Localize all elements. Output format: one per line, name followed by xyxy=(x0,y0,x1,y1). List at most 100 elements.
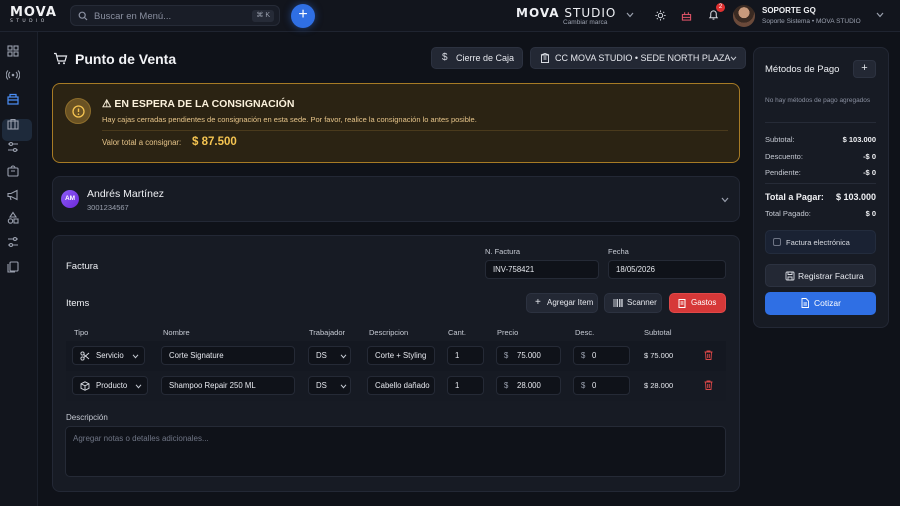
user-role-line: Soporte Sistema • MOVA STUDIO xyxy=(762,18,861,25)
plus-icon: + xyxy=(535,297,541,308)
einvoice-toggle[interactable]: Factura electrónica xyxy=(765,230,876,254)
item-subtotal: $ 28.000 xyxy=(644,381,674,390)
sliders-icon[interactable] xyxy=(6,140,20,154)
einvoice-label: Factura electrónica xyxy=(786,238,850,247)
item-description-field[interactable]: Corte + Styling xyxy=(367,346,435,365)
description-label: Descripción xyxy=(66,413,108,422)
point-of-sale-icon[interactable] xyxy=(6,92,20,106)
invoice-date-label: Fecha xyxy=(608,247,629,256)
einvoice-checkbox[interactable] xyxy=(773,238,781,246)
register-invoice-label: Registrar Factura xyxy=(798,271,864,281)
box-icon xyxy=(80,381,90,391)
item-worker-select[interactable]: DS xyxy=(308,376,351,395)
chevron-down-icon xyxy=(135,384,142,389)
shapes-icon[interactable] xyxy=(6,211,20,225)
expenses-button[interactable]: Gastos xyxy=(669,293,726,313)
briefcase-icon[interactable] xyxy=(6,117,20,131)
currency-symbol: $ xyxy=(504,351,509,360)
item-description-field[interactable]: Cabello dañado xyxy=(367,376,435,395)
item-discount-field[interactable]: $ 0 xyxy=(573,376,630,395)
scanner-button[interactable]: Scanner xyxy=(604,293,662,313)
item-name-field[interactable]: Corte Signature xyxy=(161,346,295,365)
item-worker-value: DS xyxy=(316,381,327,390)
chevron-down-icon xyxy=(132,354,139,359)
invoice-section-label: Factura xyxy=(66,261,99,272)
item-type-value: Servicio xyxy=(96,351,124,360)
description-placeholder: Agregar notas o detalles adicionales... xyxy=(73,434,209,443)
column-header: Subtotal xyxy=(644,328,672,337)
alert-icon-circle xyxy=(65,98,91,124)
brand-name-light: STUDIO xyxy=(559,6,617,20)
discount-row: Descuento: -$ 0 xyxy=(765,152,876,161)
user-org: • MOVA STUDIO xyxy=(811,18,861,25)
item-type-select[interactable]: Servicio xyxy=(72,346,145,365)
chevron-down-icon xyxy=(730,56,737,61)
shopping-cart-icon xyxy=(54,52,68,65)
cake-icon[interactable] xyxy=(681,10,692,21)
invoice-date-field[interactable]: 18/05/2026 xyxy=(608,260,726,279)
item-price-field[interactable]: $ 28.000 xyxy=(496,376,561,395)
chevron-down-icon xyxy=(340,354,347,359)
user-menu[interactable]: SOPORTE GQ Soporte Sistema • MOVA STUDIO xyxy=(762,6,861,25)
add-payment-method-button[interactable]: + xyxy=(853,60,876,78)
currency-symbol: $ xyxy=(581,381,586,390)
discount-value: -$ 0 xyxy=(863,152,876,161)
scissors-icon xyxy=(80,351,90,361)
paid-row: Total Pagado: $ 0 xyxy=(765,209,876,218)
item-qty-field[interactable]: 1 xyxy=(447,346,484,365)
item-discount-value: 0 xyxy=(592,381,597,390)
chevron-down-icon[interactable] xyxy=(721,197,729,203)
item-worker-select[interactable]: DS xyxy=(308,346,351,365)
trash-icon[interactable] xyxy=(704,380,713,390)
receipt-icon xyxy=(678,299,686,308)
sun-icon[interactable] xyxy=(655,10,666,21)
invoice-number-field[interactable]: INV-758421 xyxy=(485,260,599,279)
brand-switcher[interactable]: MOVA STUDIO Cambiar marca xyxy=(516,7,616,27)
quote-button[interactable]: Cotizar xyxy=(765,292,876,315)
description-textarea[interactable]: Agregar notas o detalles adicionales... xyxy=(65,426,726,477)
item-discount-field[interactable]: $ 0 xyxy=(573,346,630,365)
item-name-field[interactable]: Shampoo Repair 250 ML xyxy=(161,376,295,395)
item-worker-value: DS xyxy=(316,351,327,360)
register-invoice-button[interactable]: Registrar Factura xyxy=(765,264,876,287)
search-icon xyxy=(78,11,88,21)
payment-empty-text: No hay métodos de pago agregados xyxy=(765,97,871,104)
column-header: Nombre xyxy=(163,328,190,337)
dashboard-icon[interactable] xyxy=(6,44,20,58)
cash-close-label: Cierre de Caja xyxy=(456,53,515,63)
chevron-down-icon[interactable] xyxy=(626,12,634,18)
item-price-value: 28.000 xyxy=(517,381,541,390)
client-card[interactable]: AM Andrés Martínez 3001234567 xyxy=(52,176,740,222)
document-icon xyxy=(801,298,809,308)
settings-sliders-icon[interactable] xyxy=(6,235,20,249)
item-type-select[interactable]: Producto xyxy=(72,376,148,395)
item-price-field[interactable]: $ 75.000 xyxy=(496,346,561,365)
user-avatar[interactable] xyxy=(733,5,755,27)
package-icon[interactable] xyxy=(6,164,20,178)
branch-selector[interactable]: CC MOVA STUDIO • SEDE NORTH PLAZA xyxy=(530,47,746,69)
divider xyxy=(765,183,876,184)
megaphone-icon[interactable] xyxy=(6,188,20,202)
item-qty-field[interactable]: 1 xyxy=(447,376,484,395)
client-phone: 3001234567 xyxy=(87,203,129,212)
broadcast-icon[interactable] xyxy=(6,68,20,82)
chevron-down-icon[interactable] xyxy=(876,12,884,18)
payment-methods-title: Métodos de Pago xyxy=(765,64,840,75)
subtotal-value: $ 103.000 xyxy=(842,135,876,144)
consignment-alert: ⚠ EN ESPERA DE LA CONSIGNACIÓN Hay cajas… xyxy=(52,83,740,163)
items-section-label: Items xyxy=(66,298,90,309)
quick-add-button[interactable]: + xyxy=(291,4,315,28)
alert-total-label: Valor total a consignar: xyxy=(102,138,182,147)
total-value: $ 103.000 xyxy=(835,192,876,202)
search-shortcut: ⌘ K xyxy=(252,10,274,22)
trash-icon[interactable] xyxy=(704,350,713,360)
alert-total-value: $ 87.500 xyxy=(192,136,237,148)
app-logo[interactable]: MOVA STUDIO xyxy=(10,6,57,25)
paid-value: $ 0 xyxy=(865,209,876,218)
expenses-label: Gastos xyxy=(691,298,717,307)
cash-close-button[interactable]: $ Cierre de Caja xyxy=(431,47,523,69)
add-item-button[interactable]: + Agregar Item xyxy=(526,293,598,313)
documents-icon[interactable] xyxy=(6,260,20,274)
column-header: Trabajador xyxy=(309,328,345,337)
menu-search-input[interactable]: Buscar en Menú... ⌘ K xyxy=(70,5,280,26)
